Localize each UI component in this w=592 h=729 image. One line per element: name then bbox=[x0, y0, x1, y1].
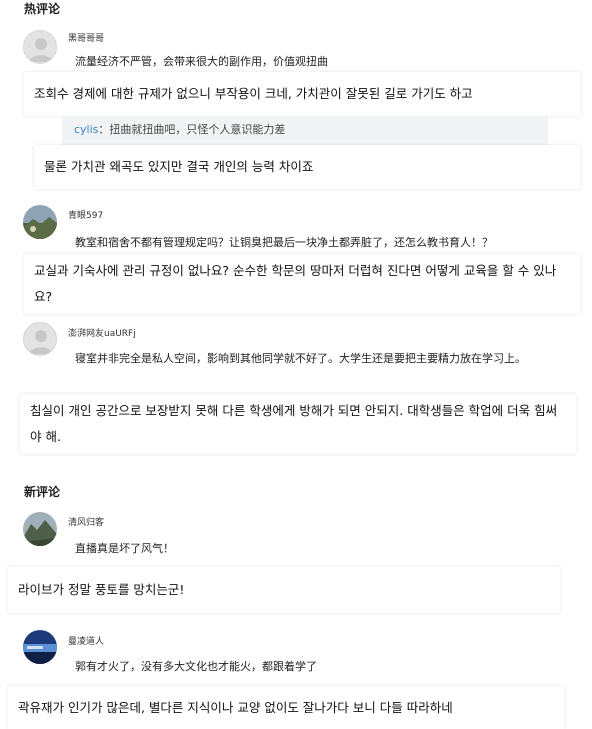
default-avatar-icon bbox=[29, 330, 53, 354]
comment-username[interactable]: 澎湃网友uaURFj bbox=[68, 326, 136, 339]
translation-box: 침실이 개인 공간으로 보장받지 못해 다른 학생에게 방해가 되면 안되지. … bbox=[20, 394, 576, 454]
comment-text: 直播真是坏了风气！ bbox=[75, 542, 174, 555]
comment-text: 教室和宿舍不都有管理规定吗？让铜臭把最后一块净土都弄脏了，还怎么教书育人！？ bbox=[75, 236, 493, 249]
comment-username[interactable]: 清风归客 bbox=[68, 515, 104, 528]
landscape-avatar-icon bbox=[23, 205, 57, 239]
comment-text: 寝室并非完全是私人空间，影响到其他同学就不好了。大学生还是要把主要精力放在学习上… bbox=[75, 352, 526, 365]
translation-text: 교실과 기숙사에 관리 규정이 없나요? 순수한 학문의 땅마저 더럽혀 진다면… bbox=[34, 263, 557, 304]
reply-box: cylis：扭曲就扭曲吧，只怪个人意识能力差 bbox=[62, 116, 548, 146]
avatar[interactable] bbox=[23, 322, 57, 356]
avatar[interactable] bbox=[23, 630, 57, 664]
comment-text: 郭有才火了，没有多大文化也才能火，都跟着学了 bbox=[75, 660, 317, 673]
avatar[interactable] bbox=[23, 205, 57, 239]
translation-box: 조회수 경제에 대한 규제가 없으니 부작용이 크네, 가치관이 잘못된 길로 … bbox=[24, 72, 580, 116]
translation-box: 물론 가치관 왜곡도 있지만 결국 개인의 능력 차이죠 bbox=[34, 145, 580, 189]
comment-username[interactable]: 青眼597 bbox=[68, 208, 103, 221]
comment-username[interactable]: 黑哥哥哥 bbox=[68, 31, 104, 44]
hot-comments-title: 热评论 bbox=[24, 2, 61, 16]
sky-avatar-icon bbox=[23, 630, 57, 664]
default-avatar-icon bbox=[29, 38, 53, 62]
comment-text: 流量经济不严管，会带来很大的副作用，价值观扭曲 bbox=[75, 55, 328, 68]
new-comments-title: 新评论 bbox=[24, 485, 61, 499]
translation-box: 교실과 기숙사에 관리 규정이 없나요? 순수한 학문의 땅마저 더럽혀 진다면… bbox=[24, 254, 580, 314]
translation-box: 라이브가 정말 풍토를 망치는군! bbox=[8, 567, 560, 613]
translation-text: 라이브가 정말 풍토를 망치는군! bbox=[18, 582, 185, 597]
translation-text: 조회수 경제에 대한 규제가 없으니 부작용이 크네, 가치관이 잘못된 길로 … bbox=[34, 86, 473, 101]
avatar[interactable] bbox=[23, 30, 57, 64]
mountain-avatar-icon bbox=[23, 512, 57, 546]
translation-text: 침실이 개인 공간으로 보장받지 못해 다른 학생에게 방해가 되면 안되지. … bbox=[30, 403, 558, 444]
comment-username[interactable]: 曼凌道人 bbox=[68, 634, 104, 647]
translation-text: 곽유재가 인기가 많은데, 별다른 지식이나 교양 없이도 잘나가다 보니 다들… bbox=[18, 700, 453, 715]
reply-separator: ： bbox=[98, 123, 110, 136]
translation-box: 곽유재가 인기가 많은데, 별다른 지식이나 교양 없이도 잘나가다 보니 다들… bbox=[8, 686, 564, 729]
reply-text: 扭曲就扭曲吧，只怪个人意识能力差 bbox=[109, 123, 286, 136]
reply-username[interactable]: cylis bbox=[74, 123, 98, 136]
translation-text: 물론 가치관 왜곡도 있지만 결국 개인의 능력 차이죠 bbox=[44, 159, 314, 174]
reply-content: cylis：扭曲就扭曲吧，只怪个人意识能力差 bbox=[74, 121, 285, 137]
avatar[interactable] bbox=[23, 512, 57, 546]
